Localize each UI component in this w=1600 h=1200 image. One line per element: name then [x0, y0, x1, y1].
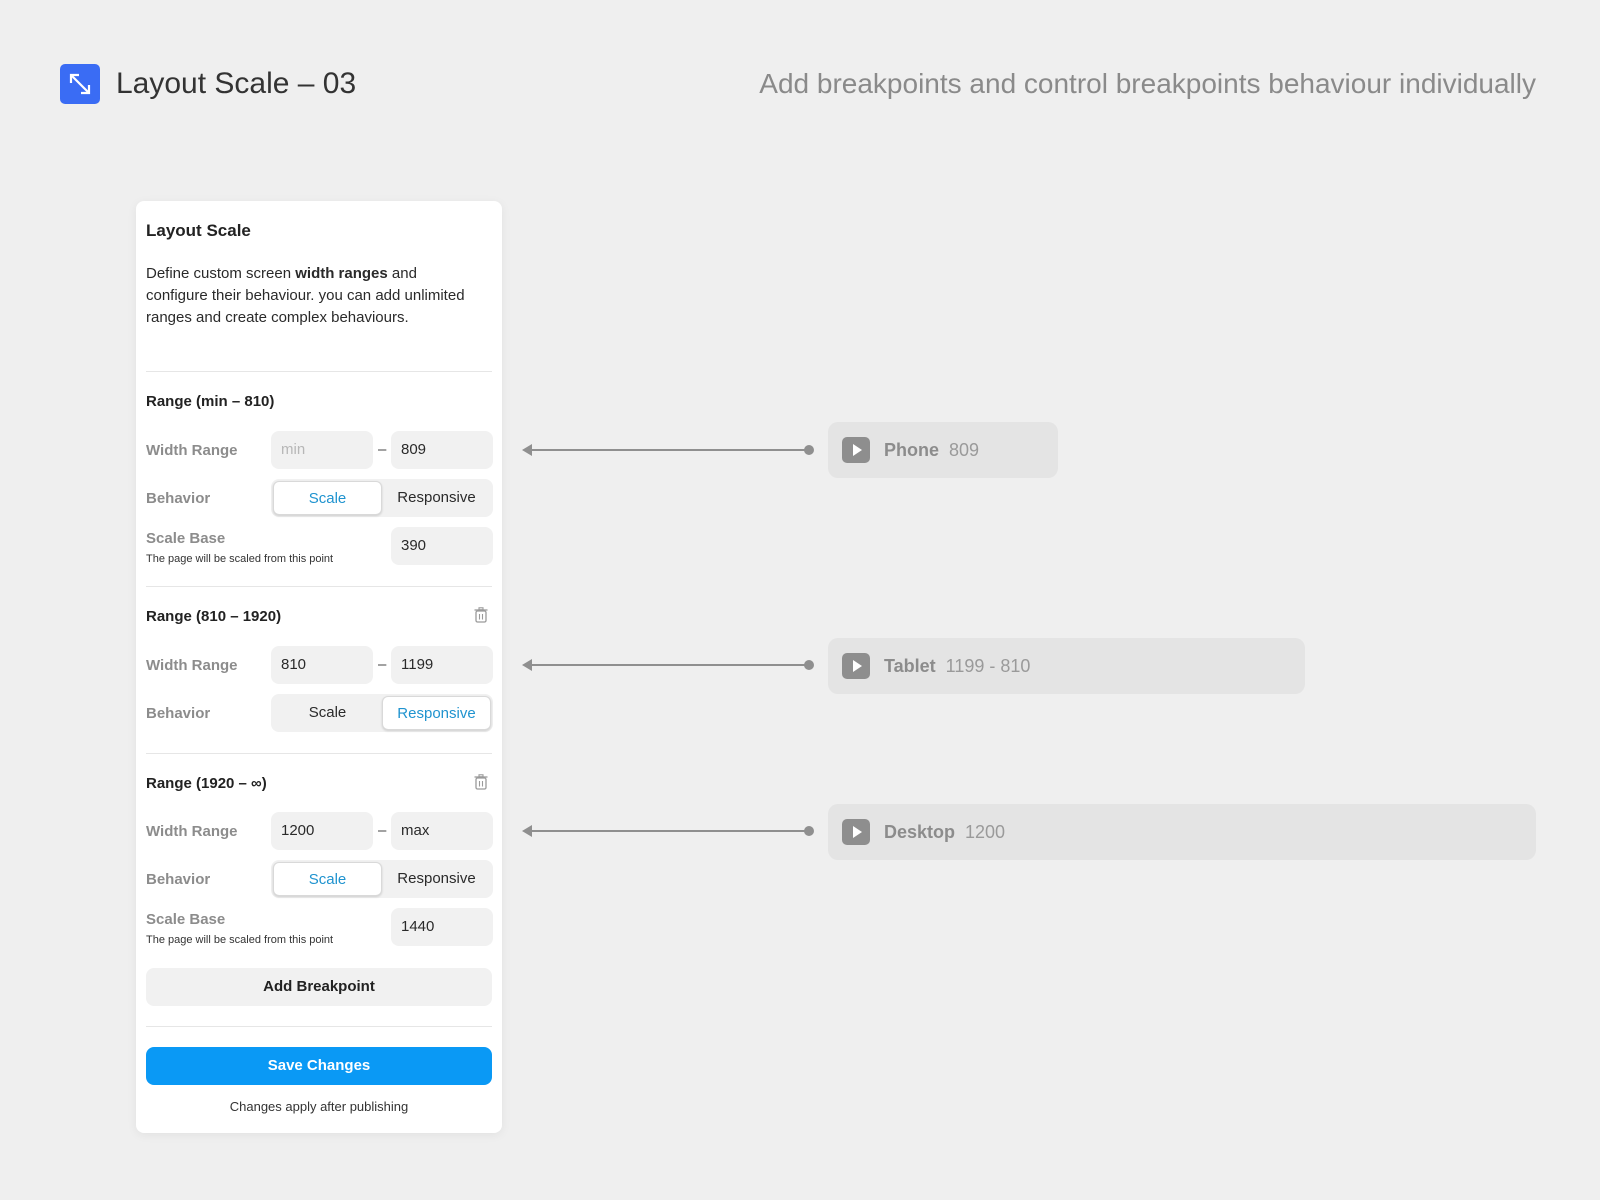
- divider: [146, 586, 492, 587]
- tablet-connector: [522, 659, 814, 671]
- description-text: Define custom screen: [146, 265, 296, 282]
- scale-base-note: The page will be scaled from this point: [146, 553, 334, 565]
- page-title: Layout Scale – 03: [116, 67, 357, 100]
- range-2-title: Range (810 – 1920): [146, 608, 282, 625]
- range-1-scale-base-input[interactable]: 390: [391, 527, 493, 565]
- range-1-scale-option[interactable]: Scale: [273, 481, 382, 515]
- divider: [146, 371, 492, 372]
- range-dash: –: [378, 656, 387, 673]
- scale-base-note: The page will be scaled from this point: [146, 934, 334, 946]
- width-range-label: Width Range: [146, 442, 238, 459]
- publish-footnote: Changes apply after publishing: [229, 1099, 409, 1114]
- device-desktop[interactable]: Desktop 1200: [828, 804, 1536, 860]
- trash-icon[interactable]: [474, 607, 488, 623]
- divider: [146, 753, 492, 754]
- device-range: 1199 - 810: [945, 655, 1031, 676]
- device-tablet[interactable]: Tablet 1199 - 810: [828, 638, 1305, 694]
- play-icon[interactable]: [842, 653, 870, 679]
- device-phone[interactable]: Phone 809: [828, 422, 1058, 478]
- divider: [146, 1026, 492, 1027]
- behavior-label: Behavior: [146, 705, 211, 722]
- range-2-scale-option[interactable]: Scale: [273, 696, 382, 730]
- connector-dot: [804, 660, 814, 670]
- range-2-min-input[interactable]: 810: [271, 646, 373, 684]
- range-2-behavior-toggle: Scale Responsive: [271, 694, 493, 732]
- range-1-behavior-toggle: Scale Responsive: [271, 479, 493, 517]
- range-1-title: Range (min – 810): [146, 393, 275, 410]
- scale-base-label: Scale Base: [146, 530, 226, 547]
- range-3-scale-base-input[interactable]: 1440: [391, 908, 493, 946]
- connector-dot: [804, 826, 814, 836]
- behavior-label: Behavior: [146, 490, 211, 507]
- trash-icon[interactable]: [474, 774, 488, 790]
- description-bold-text: width ranges: [295, 265, 388, 282]
- range-1-max-input[interactable]: 809: [391, 431, 493, 469]
- page-subtitle: Add breakpoints and control breakpoints …: [759, 68, 1536, 99]
- device-range: 809: [949, 439, 980, 460]
- range-2-responsive-option[interactable]: Responsive: [382, 696, 491, 730]
- range-3-max-input[interactable]: max: [391, 812, 493, 850]
- scale-base-label: Scale Base: [146, 911, 226, 928]
- device-name: Tablet: [884, 655, 936, 676]
- range-dash: –: [378, 822, 387, 839]
- play-icon[interactable]: [842, 819, 870, 845]
- app-logo: [60, 64, 100, 104]
- width-range-label: Width Range: [146, 657, 238, 674]
- save-changes-button[interactable]: Save Changes: [146, 1047, 492, 1085]
- range-3-scale-option[interactable]: Scale: [273, 862, 382, 896]
- range-1-responsive-option[interactable]: Responsive: [382, 481, 491, 515]
- connector-line: [530, 664, 808, 666]
- behavior-label: Behavior: [146, 871, 211, 888]
- device-name: Phone: [884, 439, 940, 460]
- play-icon[interactable]: [842, 437, 870, 463]
- device-range: 1200: [965, 821, 1006, 842]
- range-3-title: Range (1920 – ∞): [146, 775, 267, 792]
- range-3-min-input[interactable]: 1200: [271, 812, 373, 850]
- connector-dot: [804, 445, 814, 455]
- device-name: Desktop: [884, 821, 956, 842]
- layout-scale-panel: Layout Scale Define custom screen width …: [136, 201, 502, 1133]
- width-range-label: Width Range: [146, 823, 238, 840]
- range-dash: –: [378, 441, 387, 458]
- connector-line: [530, 830, 808, 832]
- desktop-connector: [522, 825, 814, 837]
- diagonal-resize-arrow-icon: [69, 73, 91, 95]
- phone-connector: [522, 444, 814, 456]
- add-breakpoint-button[interactable]: Add Breakpoint: [146, 968, 492, 1006]
- panel-title: Layout Scale: [146, 221, 251, 240]
- connector-line: [530, 449, 808, 451]
- range-3-responsive-option[interactable]: Responsive: [382, 862, 491, 896]
- panel-description: Define custom screen width ranges and co…: [146, 263, 466, 329]
- range-3-behavior-toggle: Scale Responsive: [271, 860, 493, 898]
- range-2-max-input[interactable]: 1199: [391, 646, 493, 684]
- range-1-min-input[interactable]: min: [271, 431, 373, 469]
